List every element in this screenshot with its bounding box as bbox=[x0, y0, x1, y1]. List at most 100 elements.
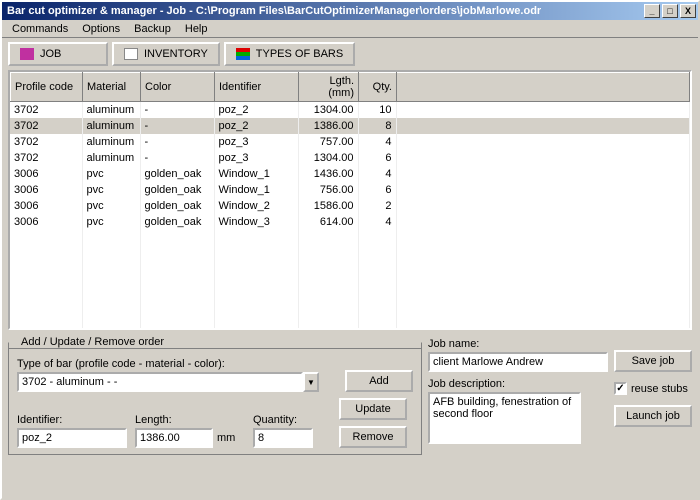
col-profile[interactable]: Profile code bbox=[11, 73, 83, 102]
jobname-input[interactable] bbox=[428, 352, 608, 372]
cell: golden_oak bbox=[140, 166, 214, 182]
menu-options[interactable]: Options bbox=[76, 21, 126, 37]
type-label: Type of bar (profile code - material - c… bbox=[17, 358, 319, 370]
table-row[interactable]: 3702aluminum-poz_21386.008 bbox=[10, 118, 690, 134]
cell: golden_oak bbox=[140, 214, 214, 230]
qty-label: Quantity: bbox=[253, 414, 313, 426]
table-row[interactable]: 3006pvcgolden_oakWindow_21586.002 bbox=[10, 198, 690, 214]
types-icon bbox=[236, 48, 250, 60]
cell: 1304.00 bbox=[298, 102, 358, 118]
menu-commands[interactable]: Commands bbox=[6, 21, 74, 37]
table-row[interactable]: 3006pvcgolden_oakWindow_1756.006 bbox=[10, 182, 690, 198]
titlebar: Bar cut optimizer & manager - Job - C:\P… bbox=[2, 2, 698, 20]
length-label: Length: bbox=[135, 414, 245, 426]
col-spacer bbox=[397, 73, 690, 102]
cell: Window_1 bbox=[214, 182, 298, 198]
cell: - bbox=[140, 118, 214, 134]
add-button[interactable]: Add bbox=[345, 370, 413, 392]
tab-inventory[interactable]: INVENTORY bbox=[112, 42, 220, 66]
grid-header-row: Profile code Material Color Identifier L… bbox=[11, 73, 690, 102]
remove-button[interactable]: Remove bbox=[339, 426, 407, 448]
table-row[interactable]: 3702aluminum-poz_31304.006 bbox=[10, 150, 690, 166]
cell: 1436.00 bbox=[298, 166, 358, 182]
jobdesc-input[interactable] bbox=[428, 392, 581, 444]
cell: 8 bbox=[358, 118, 396, 134]
table-row[interactable]: 3702aluminum-poz_21304.0010 bbox=[10, 102, 690, 118]
cell: - bbox=[140, 102, 214, 118]
job-panel: Job name: Job description: Save job ✓ re… bbox=[428, 336, 692, 455]
table-row-empty bbox=[10, 278, 690, 294]
tab-inventory-label: INVENTORY bbox=[144, 48, 208, 60]
cell: 3702 bbox=[10, 102, 82, 118]
cell: pvc bbox=[82, 214, 140, 230]
table-row[interactable]: 3702aluminum-poz_3757.004 bbox=[10, 134, 690, 150]
col-identifier[interactable]: Identifier bbox=[215, 73, 299, 102]
menu-backup[interactable]: Backup bbox=[128, 21, 177, 37]
cell: 4 bbox=[358, 166, 396, 182]
save-job-button[interactable]: Save job bbox=[614, 350, 692, 372]
cell: pvc bbox=[82, 198, 140, 214]
col-color[interactable]: Color bbox=[141, 73, 215, 102]
cell: aluminum bbox=[82, 118, 140, 134]
tab-job[interactable]: JOB bbox=[8, 42, 108, 66]
cell: 757.00 bbox=[298, 134, 358, 150]
chevron-down-icon[interactable]: ▼ bbox=[303, 372, 319, 392]
qty-input[interactable] bbox=[253, 428, 313, 448]
cell: 3006 bbox=[10, 214, 82, 230]
identifier-input[interactable] bbox=[17, 428, 127, 448]
cell: 4 bbox=[358, 214, 396, 230]
cell: 3006 bbox=[10, 166, 82, 182]
length-input[interactable] bbox=[135, 428, 213, 448]
maximize-button[interactable]: □ bbox=[662, 4, 678, 18]
cell: aluminum bbox=[82, 134, 140, 150]
close-button[interactable]: X bbox=[680, 4, 696, 18]
cell: aluminum bbox=[82, 102, 140, 118]
tab-types-label: TYPES OF BARS bbox=[256, 48, 343, 60]
minimize-button[interactable]: _ bbox=[644, 4, 660, 18]
bottom-panel: Add / Update / Remove order Type of bar … bbox=[2, 332, 698, 461]
launch-job-button[interactable]: Launch job bbox=[614, 405, 692, 427]
orders-grid[interactable]: Profile code Material Color Identifier L… bbox=[8, 70, 692, 330]
cell: 6 bbox=[358, 182, 396, 198]
jobname-label: Job name: bbox=[428, 338, 608, 350]
cell: - bbox=[140, 134, 214, 150]
cell: pvc bbox=[82, 166, 140, 182]
order-form-legend: Add / Update / Remove order bbox=[17, 336, 168, 348]
cell: golden_oak bbox=[140, 198, 214, 214]
cell: poz_2 bbox=[214, 118, 298, 134]
table-row-empty bbox=[10, 310, 690, 326]
cell: poz_2 bbox=[214, 102, 298, 118]
cell: 3006 bbox=[10, 198, 82, 214]
cell: 4 bbox=[358, 134, 396, 150]
cell: aluminum bbox=[82, 150, 140, 166]
cell: 1586.00 bbox=[298, 198, 358, 214]
table-row[interactable]: 3006pvcgolden_oakWindow_3614.004 bbox=[10, 214, 690, 230]
menu-help[interactable]: Help bbox=[179, 21, 214, 37]
window-title: Bar cut optimizer & manager - Job - C:\P… bbox=[4, 5, 644, 17]
tab-job-label: JOB bbox=[40, 48, 61, 60]
type-combo[interactable]: 3702 - aluminum - - ▼ bbox=[17, 372, 319, 392]
cell: Window_1 bbox=[214, 166, 298, 182]
col-length[interactable]: Lgth. (mm) bbox=[299, 73, 359, 102]
cell: poz_3 bbox=[214, 150, 298, 166]
cell: 6 bbox=[358, 150, 396, 166]
table-row-empty bbox=[10, 262, 690, 278]
table-row-empty bbox=[10, 326, 690, 328]
table-row-empty bbox=[10, 230, 690, 246]
tab-row: JOB INVENTORY TYPES OF BARS bbox=[2, 38, 698, 66]
update-button[interactable]: Update bbox=[339, 398, 407, 420]
table-row-empty bbox=[10, 246, 690, 262]
job-icon bbox=[20, 48, 34, 60]
reuse-stubs-checkbox[interactable]: ✓ reuse stubs bbox=[614, 382, 692, 395]
tab-types[interactable]: TYPES OF BARS bbox=[224, 42, 355, 66]
reuse-label: reuse stubs bbox=[631, 383, 688, 395]
checkbox-icon: ✓ bbox=[614, 382, 627, 395]
identifier-label: Identifier: bbox=[17, 414, 127, 426]
col-material[interactable]: Material bbox=[83, 73, 141, 102]
cell: Window_3 bbox=[214, 214, 298, 230]
col-qty[interactable]: Qty. bbox=[359, 73, 397, 102]
cell: - bbox=[140, 150, 214, 166]
table-row[interactable]: 3006pvcgolden_oakWindow_11436.004 bbox=[10, 166, 690, 182]
window-buttons: _ □ X bbox=[644, 4, 696, 18]
cell: poz_3 bbox=[214, 134, 298, 150]
